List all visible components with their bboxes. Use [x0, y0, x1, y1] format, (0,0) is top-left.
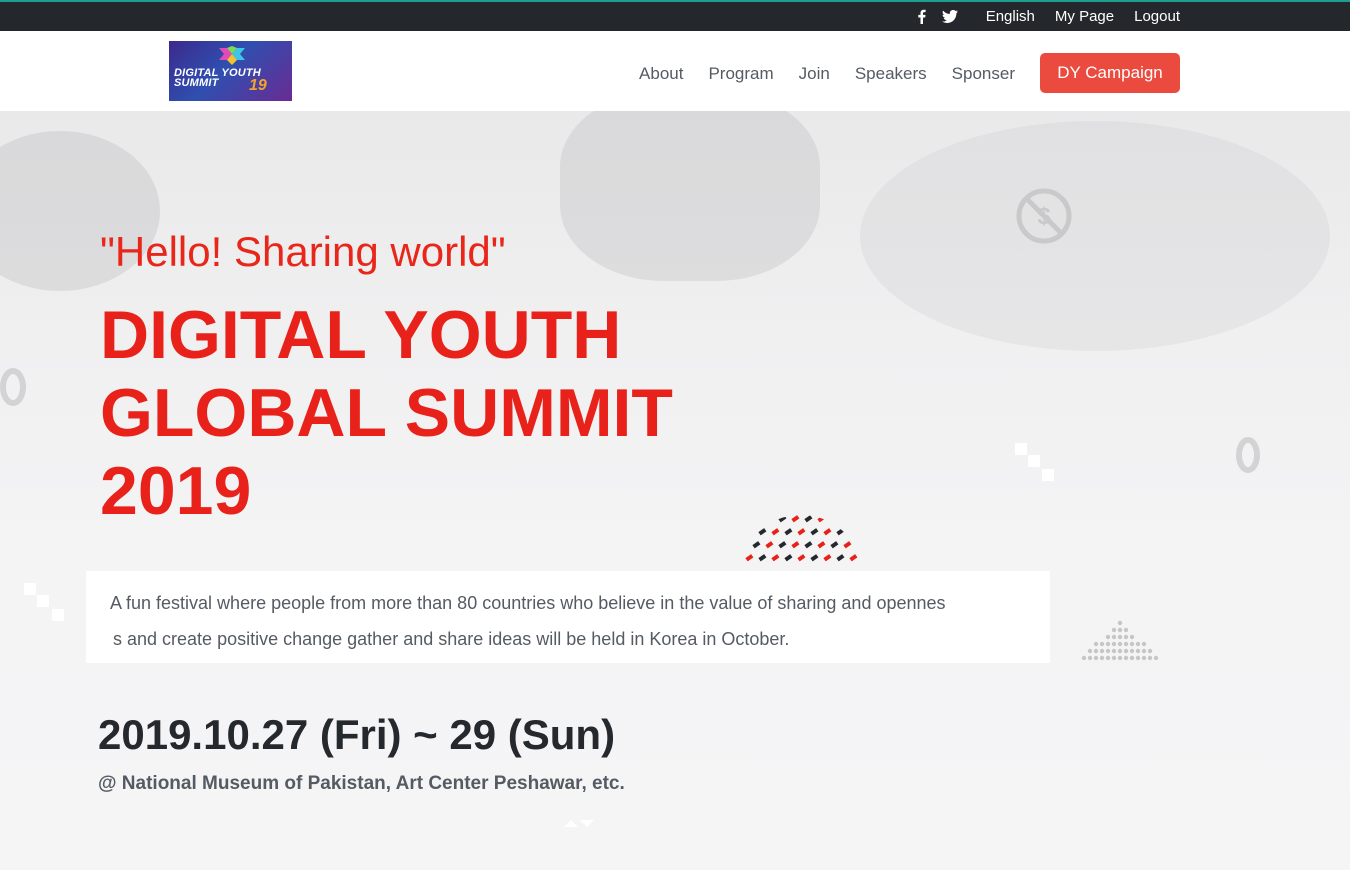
background-shape: [560, 111, 820, 281]
dy-campaign-button[interactable]: DY Campaign: [1040, 53, 1180, 93]
top-utility-bar: English My Page Logout: [0, 0, 1350, 31]
svg-text:$: $: [1037, 203, 1051, 230]
logo-year: 19: [249, 77, 267, 94]
event-date: 2019.10.27 (Fri) ~ 29 (Sun): [98, 711, 616, 758]
nav-sponser[interactable]: Sponser: [952, 64, 1015, 84]
hero-tagline: "Hello! Sharing world": [100, 228, 506, 275]
no-dollar-icon: $: [1016, 188, 1072, 244]
summit-logo[interactable]: DIGITAL YOUTH SUMMIT 19: [169, 41, 292, 101]
description-line: A fun festival where people from more th…: [110, 593, 946, 613]
social-links: [917, 9, 958, 24]
zero-coin-icon: [1236, 437, 1260, 473]
my-page-link[interactable]: My Page: [1055, 8, 1114, 25]
main-nav: About Program Join Speakers Sponser: [639, 64, 1015, 84]
logout-link[interactable]: Logout: [1134, 8, 1180, 25]
event-venue: @ National Museum of Pakistan, Art Cente…: [98, 773, 625, 794]
language-link-english[interactable]: English: [986, 8, 1035, 25]
logo-line-2: SUMMIT: [174, 77, 219, 89]
utility-links: English My Page Logout: [917, 2, 1180, 31]
dot-triangle-decoration: [1081, 620, 1159, 661]
pixel-decoration: [564, 820, 594, 827]
pixel-decoration: [24, 583, 64, 621]
twitter-icon[interactable]: [941, 10, 958, 23]
nav-join[interactable]: Join: [799, 64, 830, 84]
hero-section: $ "Hello! Sharing world" DIGITAL YOUTH G…: [0, 111, 1350, 870]
hero-description: A fun festival where people from more th…: [110, 585, 1030, 657]
pattern-dome-decoration: [742, 515, 860, 562]
hero-title-line: 2019: [100, 453, 252, 529]
facebook-icon[interactable]: [917, 9, 926, 24]
hero-title: DIGITAL YOUTH GLOBAL SUMMIT 2019: [100, 296, 740, 530]
nav-speakers[interactable]: Speakers: [855, 64, 927, 84]
logo-wordmark: DIGITAL YOUTH SUMMIT: [174, 68, 261, 89]
zero-coin-icon: [0, 368, 26, 406]
logo-mark-icon: [219, 46, 245, 65]
main-header: DIGITAL YOUTH SUMMIT 19 About Program Jo…: [0, 31, 1350, 111]
hero-title-line: GLOBAL SUMMIT: [100, 375, 673, 451]
description-line: s and create positive change gather and …: [113, 629, 790, 649]
background-shape: [860, 121, 1330, 351]
pixel-decoration: [1015, 443, 1054, 481]
hero-title-line: DIGITAL YOUTH: [100, 297, 622, 373]
nav-about[interactable]: About: [639, 64, 683, 84]
nav-program[interactable]: Program: [708, 64, 773, 84]
